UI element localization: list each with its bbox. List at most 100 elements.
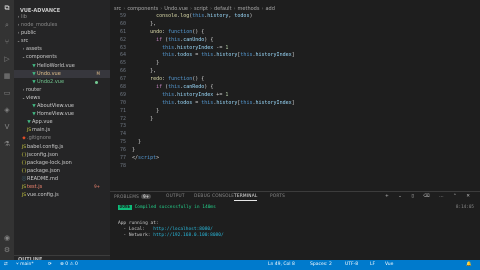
code-line[interactable]: 63 this.historyIndex -= 1 [110,45,480,53]
tree-folder[interactable]: › router [14,86,110,94]
indentation-indicator[interactable]: Spaces: 2 [310,260,332,270]
tab-label: OUTPUT [166,194,185,199]
account-icon[interactable]: ◉ [3,234,11,242]
tree-file[interactable]: ▼HelloWorld.vue [14,62,110,70]
tree-folder[interactable]: ⌄src [14,37,110,45]
tree-item-label: main.js [32,127,51,134]
tree-folder[interactable]: › public [14,29,110,37]
tree-file[interactable]: ⓘREADME.md [14,175,110,183]
cursor-position[interactable]: Ln 49, Col 8 [268,260,295,270]
code-line[interactable]: 69 this.historyIndex += 1 [110,92,480,100]
bell-icon[interactable]: 🔔 [466,260,472,270]
search-icon[interactable]: ⌕ [3,21,11,29]
breadcrumb-item[interactable]: default [214,6,232,12]
testing-icon[interactable]: ⚗ [3,140,11,148]
remote-indicator[interactable]: ⇄ [4,260,8,270]
breadcrumb-item[interactable]: components [127,6,158,12]
code-line[interactable]: 67 redo: function() { [110,76,480,84]
encoding-indicator[interactable]: UTF-8 [345,260,358,270]
code-line[interactable]: 74 [110,131,480,139]
code-line[interactable]: 75 } [110,139,480,147]
code-editor[interactable]: 59 console.log(this.history, todos) 60 },… [110,13,480,191]
code-line[interactable]: 78 [110,163,480,171]
tree-folder[interactable]: › node_modules [14,21,110,29]
tree-item-label: assets [26,46,42,53]
tree-file[interactable]: ▼Undo.vue M [14,69,110,78]
run-debug-icon[interactable]: ▷ [3,55,11,63]
tree-item-label: test.js [27,183,43,190]
tree-file[interactable]: ◆.gitignore [14,134,110,142]
terminal[interactable]: DONE Compiled successfully in 140ms 8:14… [110,201,480,258]
tab-output[interactable]: OUTPUT [166,194,185,199]
problems-indicator[interactable]: ⊗ 0 ⚠ 0 [60,260,78,270]
manage-gear-icon[interactable]: ⚙ [3,246,11,254]
tab-debug-console[interactable]: DEBUG CONSOLE [194,194,234,199]
line-number: 77 [119,155,126,162]
code-token: this [168,36,181,43]
sync-icon[interactable]: ⟳ [48,260,52,270]
tree-file[interactable]: ▼App.vue [14,118,110,126]
branch-indicator[interactable]: ⑂ main* [16,260,34,270]
breadcrumb-item[interactable]: script [194,6,208,12]
activity-bar: ⧉ ⌕ ⑂ ▷ ▦ ▭ ◈ V ⚗ ◉ ⚙ [0,0,14,270]
code-token: history [216,52,238,59]
code-line[interactable]: 59 console.log(this.history, todos) [110,13,480,21]
explorer-icon[interactable]: ⧉ [3,4,11,12]
line-number: 66 [119,68,126,75]
tree-file[interactable]: {}package-lock.json [14,159,110,167]
network-url-link[interactable]: http://192.168.0.100:8080/ [153,233,223,238]
panel-actions[interactable]: + ⌄ ▯ ⌫ … ⌃ ✕ [385,194,474,199]
code-token: log [180,13,190,19]
code-line[interactable]: 73 [110,123,480,131]
eol-indicator[interactable]: LF [370,260,375,270]
tree-folder[interactable]: ⌄views [14,94,110,102]
tree-file[interactable]: JStest.js 9+ [14,183,110,191]
code-token: 1 [225,91,229,98]
code-line[interactable]: 65 } [110,60,480,68]
code-token: () { [192,28,205,35]
tab-ports[interactable]: PORTS [270,194,285,199]
tree-folder[interactable]: › assets [14,45,110,53]
code-line[interactable]: 61 undo: function() { [110,29,480,37]
code-token: this [201,52,214,59]
code-line[interactable]: 60 }, [110,21,480,29]
tree-folder[interactable]: ⌄components [14,53,110,61]
extensions-icon[interactable]: ▦ [3,72,11,80]
vue-icon[interactable]: V [3,123,11,131]
code-line[interactable]: 71 } [110,108,480,116]
tree-item-label: views [26,94,41,101]
tree-file[interactable]: ▼HomeView.vue [14,110,110,118]
tree-item-label: App.vue [32,119,53,126]
code-line[interactable]: 68 if (this.canRedo) { [110,84,480,92]
tree-file[interactable]: ▼AboutView.vue [14,102,110,110]
tab-problems[interactable]: PROBLEMS 9+ [114,194,152,200]
language-mode[interactable]: Vue [385,260,393,270]
tab-terminal[interactable]: TERMINAL [234,194,258,201]
tree-file[interactable]: {}jsconfig.json [14,151,110,159]
code-line[interactable]: 62 if (this.canUndo) { [110,37,480,45]
breadcrumb-item[interactable]: Undo.vue [164,6,188,12]
tree-file[interactable]: JSmain.js [14,126,110,134]
code-line[interactable]: 76} [110,147,480,155]
remote-explorer-icon[interactable]: ▭ [3,89,11,97]
code-token: function [168,76,193,83]
code-line[interactable]: 72 } [110,116,480,124]
breadcrumb-item[interactable]: add [265,6,274,12]
code-token: ) [249,13,253,19]
code-token: history [216,99,238,106]
breadcrumb-item[interactable]: methods [238,6,260,12]
docker-icon[interactable]: ◈ [3,106,11,114]
line-number: 69 [119,91,126,98]
tree-folder[interactable]: › lib [14,13,110,21]
local-url-link[interactable]: http://localhost:8080/ [153,227,213,232]
code-line[interactable]: 66 }, [110,68,480,76]
tree-file[interactable]: JSvue.config.js [14,191,110,199]
code-line[interactable]: 70 this.todos = this.history[this.histor… [110,100,480,108]
code-line[interactable]: 77 </script> [110,155,480,163]
tree-file[interactable]: {}package.json [14,167,110,175]
tree-file[interactable]: JSbabel.config.js [14,143,110,151]
tree-file[interactable]: ▼Undo2.vue [14,78,110,86]
source-control-icon[interactable]: ⑂ [3,38,11,46]
code-line[interactable]: 64 this.todos = this.history[this.histor… [110,52,480,60]
